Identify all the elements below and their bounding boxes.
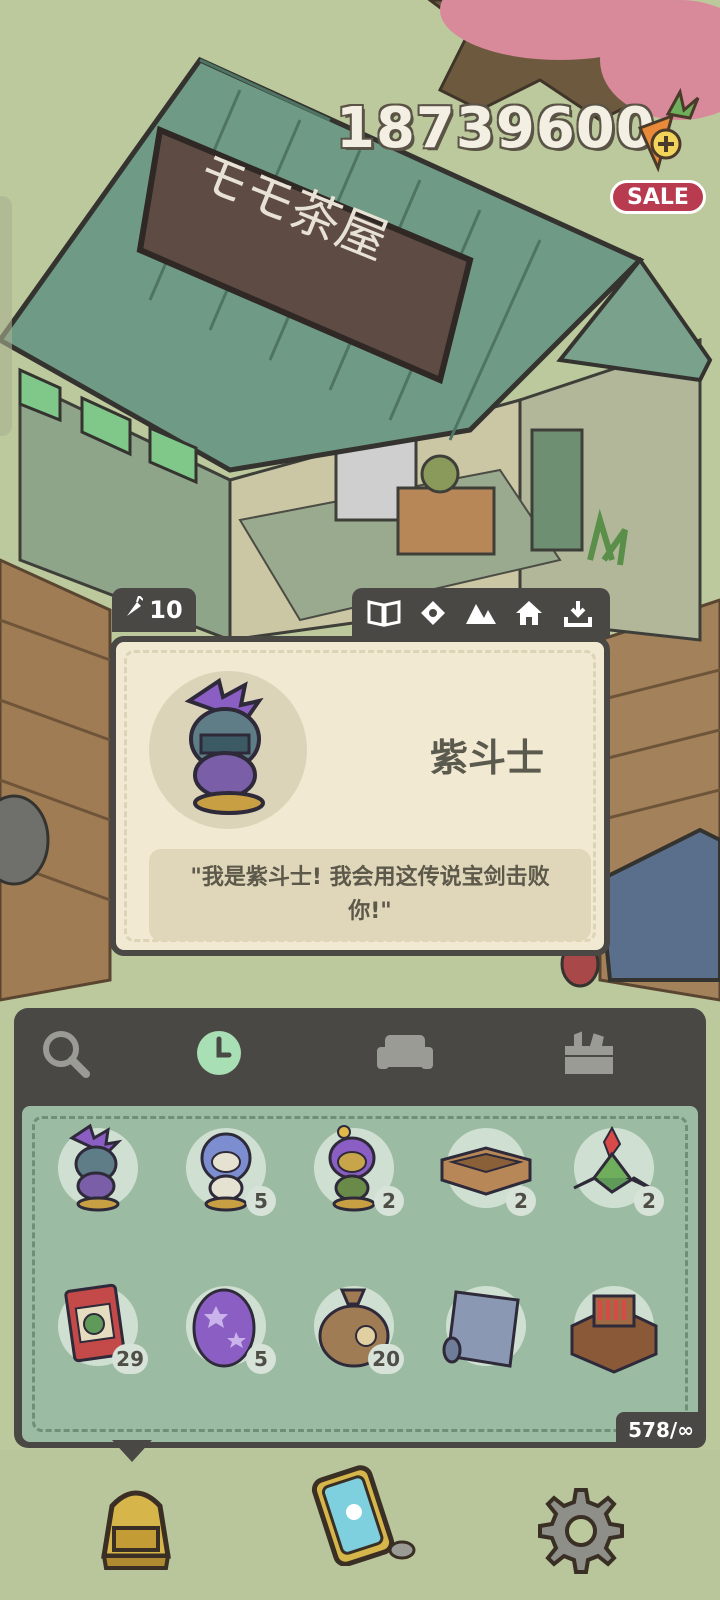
inventory-capacity: 578/∞	[616, 1412, 706, 1448]
recent-tab[interactable]	[186, 1022, 252, 1088]
inventory-slot-frog-knight-figure[interactable]: 2	[304, 1118, 404, 1218]
item-count: 2	[506, 1186, 536, 1216]
item-count: 5	[246, 1344, 276, 1374]
magnifier-icon	[39, 1027, 91, 1083]
purple-fighter-icon	[68, 1123, 123, 1212]
sale-badge[interactable]: SALE	[610, 180, 706, 214]
carrot-icon	[125, 594, 145, 624]
inventory-slot-wooden-tray[interactable]: 2	[436, 1118, 536, 1218]
settings-button[interactable]	[536, 1486, 636, 1586]
carrot-currency-amount: 18739600	[336, 96, 656, 161]
inventory-slot-blue-rug-roll[interactable]	[436, 1276, 536, 1376]
character-info-card: 紫斗士 "我是紫斗士! 我会用这传说宝剑击败你!"	[110, 636, 610, 956]
character-portrait	[149, 671, 307, 829]
mountain-icon[interactable]	[463, 595, 499, 631]
search-tab[interactable]	[32, 1022, 98, 1088]
item-count: 29	[112, 1344, 148, 1374]
home-icon[interactable]	[511, 595, 547, 631]
items-tab[interactable]	[556, 1022, 622, 1088]
book-icon[interactable]	[366, 595, 402, 631]
inventory-slot-star-egg[interactable]: 5	[176, 1276, 276, 1376]
item-count: 2	[634, 1186, 664, 1216]
inventory-slot-bookshelf-cart[interactable]	[564, 1276, 664, 1376]
inventory-slot-purple-fighter-figure[interactable]	[48, 1118, 148, 1218]
inventory-slot-blue-helmet-figure[interactable]: 5	[176, 1118, 276, 1218]
panel-pointer	[112, 1440, 152, 1462]
price-tab: 10	[112, 588, 196, 632]
tag-icon[interactable]	[415, 595, 451, 631]
sofa-icon	[375, 1031, 435, 1079]
phone-icon	[311, 1465, 416, 1567]
download-icon[interactable]	[560, 595, 596, 631]
inventory-slot-money-sack[interactable]: 20	[304, 1276, 404, 1376]
backpack-icon	[101, 1490, 171, 1570]
purple-fighter-icon	[184, 677, 265, 815]
character-quote: "我是紫斗士! 我会用这传说宝剑击败你!"	[149, 849, 591, 941]
blue-rug-roll-icon	[442, 1290, 520, 1368]
carrot-plus-icon[interactable]	[628, 87, 708, 178]
bookshelf-cart-icon	[570, 1294, 658, 1374]
item-count: 2	[374, 1186, 404, 1216]
inventory-tab-bar	[14, 1008, 706, 1104]
character-name: 紫斗士	[429, 736, 544, 780]
price-value: 10	[149, 596, 183, 624]
phone-button[interactable]	[306, 1456, 416, 1567]
furniture-tab[interactable]	[372, 1022, 438, 1088]
inventory-slot-seed-packet[interactable]: 29	[48, 1276, 148, 1376]
item-count: 5	[246, 1186, 276, 1216]
backpack-button[interactable]	[86, 1476, 186, 1576]
inventory-panel	[14, 1008, 706, 1448]
item-count: 20	[368, 1344, 404, 1374]
clock-icon	[193, 1027, 245, 1083]
inventory-slot-bromeliad-plant[interactable]: 2	[564, 1118, 664, 1218]
box-icon	[559, 1026, 619, 1084]
gear-icon	[538, 1488, 624, 1574]
info-tab-bar	[352, 588, 610, 638]
